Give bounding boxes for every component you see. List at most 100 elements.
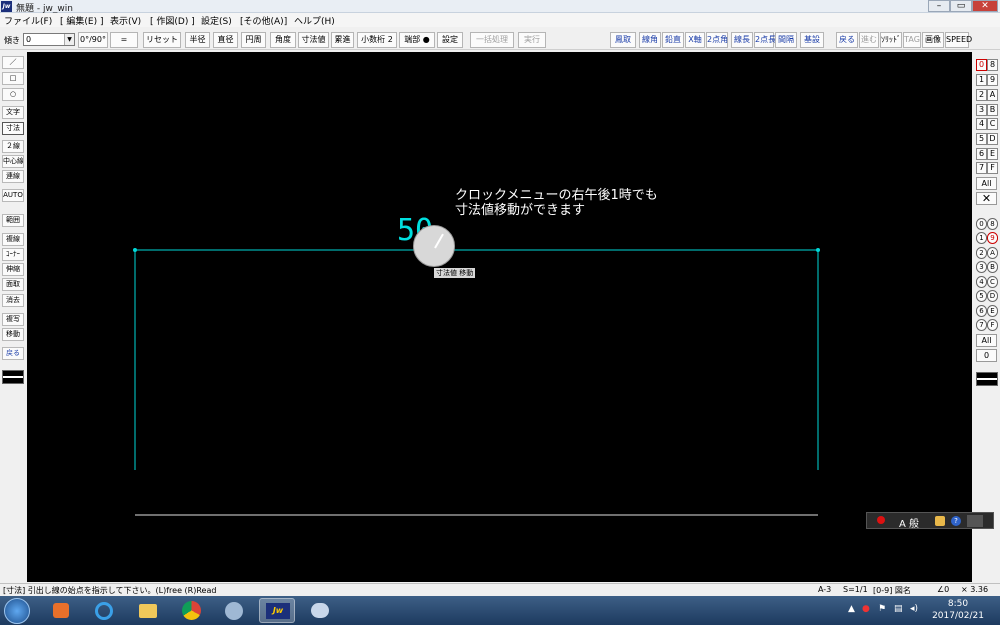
menu-file[interactable]: ファイル(F) [4, 14, 52, 27]
circumference-button[interactable]: 円周 [241, 32, 266, 48]
group-A-circle[interactable]: A [987, 247, 998, 259]
toolbar-right-4[interactable]: 2点角 [706, 32, 728, 48]
acrobat-tray-icon[interactable]: ● [862, 604, 870, 614]
layer-group-1[interactable]: 1 [976, 74, 987, 86]
group-7-circle[interactable]: 7 [976, 319, 987, 331]
toolbar-right-9[interactable]: 戻る [836, 32, 858, 48]
maximize-button[interactable]: ▭ [950, 0, 972, 12]
auto-tool-button[interactable]: AUTO [2, 189, 24, 202]
group-F-circle[interactable]: F [987, 319, 998, 331]
tray-expand-icon[interactable]: ▲ [848, 604, 855, 614]
rect-tool-button[interactable]: □ [2, 72, 24, 85]
menu-settings[interactable]: 設定(S) [201, 14, 232, 27]
status-zoom[interactable]: × 3.36 [961, 585, 988, 594]
toolbar-right-14[interactable]: SPEED [945, 32, 972, 48]
right-line-type-indicator[interactable] [976, 372, 998, 386]
settings-button[interactable]: 設定 [437, 32, 463, 48]
group-B-circle[interactable]: B [987, 261, 998, 273]
status-angle[interactable]: ∠0 [937, 585, 949, 594]
line-tool-button[interactable]: ／ [2, 56, 24, 69]
help-icon[interactable]: ? [951, 516, 961, 526]
group-D-circle[interactable]: D [987, 290, 998, 302]
toolbar-right-12[interactable]: TAG [903, 32, 921, 48]
layer-group-5[interactable]: 5 [976, 133, 987, 145]
toolbar-right-6[interactable]: 2点長 [754, 32, 776, 48]
centerline-tool-button[interactable]: 中心線 [2, 155, 24, 168]
menu-draw[interactable]: [ 作図(D) ] [150, 14, 195, 27]
extend-tool-button[interactable]: 伸縮 [2, 263, 24, 276]
layer-9[interactable]: 9 [987, 74, 998, 86]
range-tool-button[interactable]: 範囲 [2, 214, 24, 227]
mail-client-icon[interactable] [216, 598, 252, 623]
move-tool-button[interactable]: 移動 [2, 328, 24, 341]
toolbar-right-8[interactable]: 基設 [800, 32, 824, 48]
batch-button[interactable]: 一括処理 [470, 32, 514, 48]
toolbar-right-5[interactable]: 線長 [731, 32, 753, 48]
clock-menu[interactable] [413, 225, 455, 267]
toolbar-right-7[interactable]: 間隔 [775, 32, 797, 48]
undo-tool-button[interactable]: 戻る [2, 347, 24, 360]
group-8-circle[interactable]: 8 [987, 218, 998, 230]
layer-group-4[interactable]: 4 [976, 118, 987, 130]
dim-value-button[interactable]: 寸法値 [298, 32, 329, 48]
start-button[interactable] [4, 598, 30, 624]
group-E-circle[interactable]: E [987, 305, 998, 317]
angle-combo[interactable]: 0 ▼ [23, 33, 75, 46]
dimension-tool-button[interactable]: 寸法 [2, 122, 24, 135]
layer-group-7[interactable]: 7 [976, 162, 987, 174]
toolbar-right-0[interactable]: 鳳取 [610, 32, 636, 48]
layer-C[interactable]: C [987, 118, 998, 130]
layer-group-0[interactable]: 0 [976, 59, 987, 71]
angle-toggle-button[interactable]: 0°/90° [78, 32, 108, 48]
chevron-down-icon[interactable]: ▼ [64, 34, 74, 45]
toolbar-right-11[interactable]: ｿﾘｯﾄﾞ [880, 32, 902, 48]
radius-button[interactable]: 半径 [185, 32, 210, 48]
layer-F[interactable]: F [987, 162, 998, 174]
continuous-line-tool-button[interactable]: 連線 [2, 170, 24, 183]
chamfer-tool-button[interactable]: 面取 [2, 278, 24, 291]
erase-tool-button[interactable]: 消去 [2, 294, 24, 307]
close-button[interactable]: ✕ [972, 0, 998, 12]
file-explorer-icon[interactable] [130, 598, 166, 623]
group-all-button[interactable]: All [976, 334, 997, 347]
ime-options-icon[interactable] [967, 515, 983, 527]
group-5-circle[interactable]: 5 [976, 290, 987, 302]
jw-cad-taskbar-icon[interactable]: Jw [259, 598, 295, 623]
line-type-indicator[interactable] [2, 370, 24, 384]
offset-tool-button[interactable]: 複線 [2, 233, 24, 246]
volume-icon[interactable]: ◂) [910, 604, 918, 614]
toolbar-right-1[interactable]: 線角 [639, 32, 661, 48]
group-4-circle[interactable]: 4 [976, 276, 987, 288]
toolbar-right-2[interactable]: 鉛直 [662, 32, 684, 48]
equal-button[interactable]: = [110, 32, 138, 48]
media-player-icon[interactable] [43, 598, 79, 623]
layer-8[interactable]: 8 [987, 59, 998, 71]
toolbar-right-13[interactable]: 画像 [922, 32, 944, 48]
group-2-circle[interactable]: 2 [976, 247, 987, 259]
paint-icon[interactable] [302, 598, 338, 623]
layer-group-6[interactable]: 6 [976, 148, 987, 160]
menu-help[interactable]: ヘルプ(H) [294, 14, 335, 27]
cumulative-button[interactable]: 累進 [331, 32, 354, 48]
group-9-circle[interactable]: 9 [987, 232, 998, 244]
drawing-canvas[interactable]: 50 寸法値 移動 クロックメニューの右午後1時でも 寸法値移動ができます [27, 52, 972, 582]
menu-edit[interactable]: [ 編集(E) ] [60, 14, 103, 27]
layer-cross-button[interactable]: ✕ [976, 192, 997, 205]
group-3-circle[interactable]: 3 [976, 261, 987, 273]
reset-button[interactable]: リセット [143, 32, 181, 48]
layer-E[interactable]: E [987, 148, 998, 160]
status-layer[interactable]: [0-9] 図名 [873, 585, 911, 596]
execute-button[interactable]: 実行 [518, 32, 546, 48]
layer-D[interactable]: D [987, 133, 998, 145]
minimize-button[interactable]: – [928, 0, 950, 12]
layer-group-2[interactable]: 2 [976, 89, 987, 101]
group-0-circle[interactable]: 0 [976, 218, 987, 230]
group-zero-button[interactable]: 0 [976, 349, 997, 362]
decimals-button[interactable]: 小数桁 2 [357, 32, 397, 48]
taskbar-clock[interactable]: 8:50 2017/02/21 [928, 598, 988, 622]
diameter-button[interactable]: 直径 [213, 32, 238, 48]
group-6-circle[interactable]: 6 [976, 305, 987, 317]
double-line-tool-button[interactable]: ２線 [2, 140, 24, 153]
endpoint-button[interactable]: 端部 ● [399, 32, 435, 48]
toolbar-right-10[interactable]: 進む [859, 32, 879, 48]
